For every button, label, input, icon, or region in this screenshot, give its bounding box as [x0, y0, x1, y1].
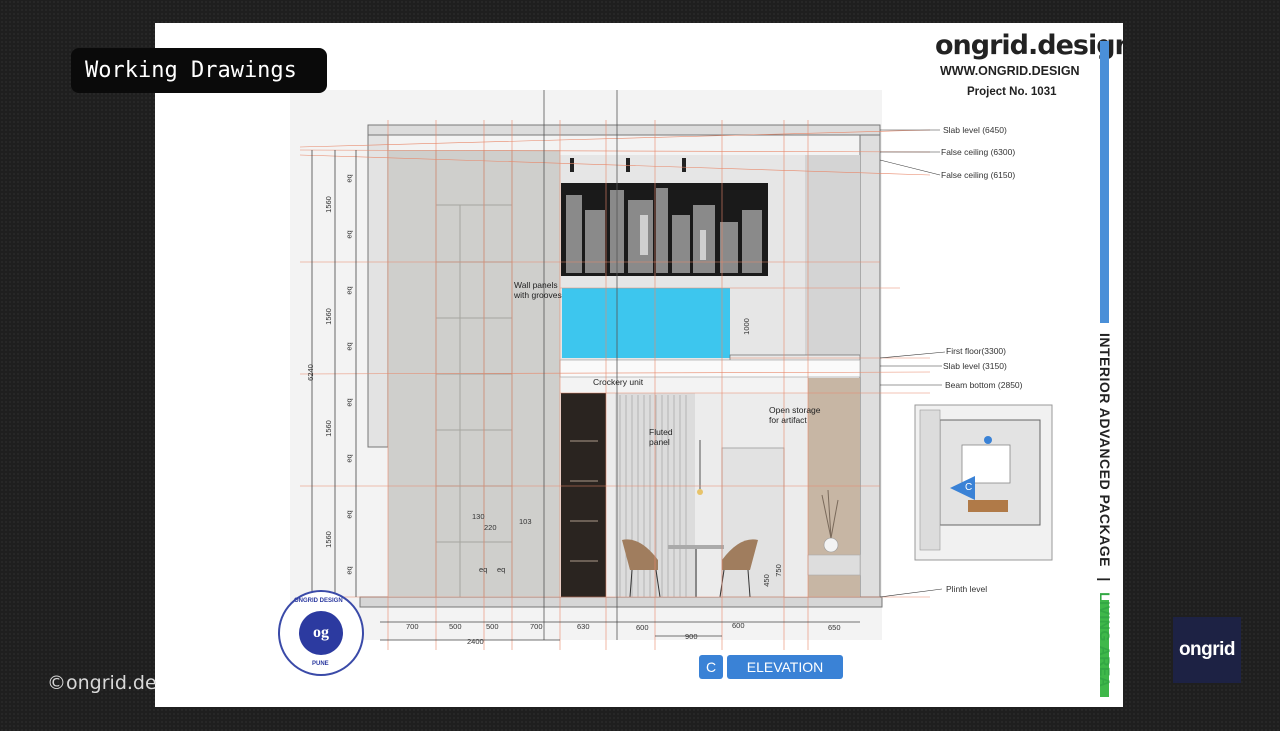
sheet-title-vertical: INTERIOR ADVANCED PACKAGE | LIVING AREA — [1096, 333, 1113, 687]
dim-bottom-900: 900 — [685, 632, 698, 641]
area-title: LIVING AREA — [1097, 592, 1113, 688]
dim-railing: 1000 — [741, 318, 751, 335]
dim-chair-750: 750 — [773, 564, 783, 577]
title-separator: | — [1097, 577, 1113, 582]
dim-bottom-600b: 600 — [732, 621, 745, 630]
keyplan-marker: C — [965, 482, 973, 493]
design-stamp: ONGRID DESIGN og PUNE — [278, 590, 364, 676]
project-number: Project No. 1031 — [967, 86, 1057, 98]
stamp-monogram: og — [299, 611, 343, 655]
dim-eq-bottom-2: eq — [497, 565, 506, 574]
dim-bottom-650: 650 — [828, 623, 841, 632]
dim-left-4: 1560 — [323, 531, 333, 548]
crockery-unit — [561, 393, 606, 597]
elevation-label: ELEVATION — [727, 655, 843, 679]
package-title: INTERIOR ADVANCED PACKAGE — [1097, 333, 1113, 567]
note-fluted-panel: Fluted panel — [649, 427, 673, 447]
level-first-floor: First floor(3300) — [946, 346, 1006, 356]
dim-eq-8: eq — [344, 566, 354, 575]
dim-eq-4: eq — [344, 342, 354, 351]
dim-bottom-500b: 500 — [486, 622, 499, 631]
glass-railing — [562, 288, 730, 358]
dim-left-3: 1560 — [323, 420, 333, 437]
dim-eq-bottom-1: eq — [479, 565, 488, 574]
dim-bottom-700a: 700 — [406, 622, 419, 631]
level-false-ceiling-6300: False ceiling (6300) — [941, 147, 1016, 157]
dim-eq-1: eq — [344, 174, 354, 183]
dim-table-450: 450 — [761, 574, 771, 587]
right-column — [859, 134, 881, 598]
dim-left-2: 1560 — [323, 308, 333, 325]
dim-overall-height: 6240 — [305, 364, 315, 381]
dim-eq-5: eq — [344, 398, 354, 407]
dim-groove-220: 220 — [484, 523, 497, 532]
dim-eq-6: eq — [344, 454, 354, 463]
level-plinth: Plinth level — [946, 584, 988, 594]
dim-left-1: 1560 — [323, 196, 333, 213]
level-false-ceiling-6150: False ceiling (6150) — [941, 170, 1016, 180]
dim-groove-103: 103 — [519, 517, 532, 526]
elevation-drawing — [290, 90, 1053, 650]
dim-groove-130: 130 — [472, 512, 485, 521]
stamp-top-text: ONGRID DESIGN — [294, 598, 343, 604]
level-slab-3150: Slab level (3150) — [943, 361, 1007, 371]
dim-eq-3: eq — [344, 286, 354, 295]
dim-eq-2: eq — [344, 230, 354, 239]
package-bar — [1100, 41, 1109, 323]
brand-url: WWW.ONGRID.DESIGN — [940, 64, 1080, 78]
working-drawings-badge: Working Drawings — [71, 48, 327, 93]
dim-bottom-500a: 500 — [449, 622, 462, 631]
left-column — [367, 134, 389, 448]
level-slab-6450: Slab level (6450) — [943, 125, 1007, 135]
dim-bottom-600a: 600 — [636, 623, 649, 632]
note-crockery-unit: Crockery unit — [593, 377, 644, 387]
dim-bottom-630: 630 — [577, 622, 590, 631]
dim-bottom-700b: 700 — [530, 622, 543, 631]
note-open-storage: Open storage for artifact — [769, 405, 821, 425]
stamp-bottom-text: PUNE — [312, 661, 329, 667]
level-beam-bottom: Beam bottom (2850) — [945, 380, 1023, 390]
copyright-text: ©ongrid.de — [47, 672, 157, 694]
dim-eq-7: eq — [344, 510, 354, 519]
plinth — [359, 596, 883, 608]
dim-bottom-2400: 2400 — [467, 637, 484, 646]
note-wall-panels: Wall panels with grooves — [514, 280, 562, 300]
elevation-code: C — [699, 655, 723, 679]
ongrid-logo-badge: ongrid — [1173, 617, 1241, 683]
